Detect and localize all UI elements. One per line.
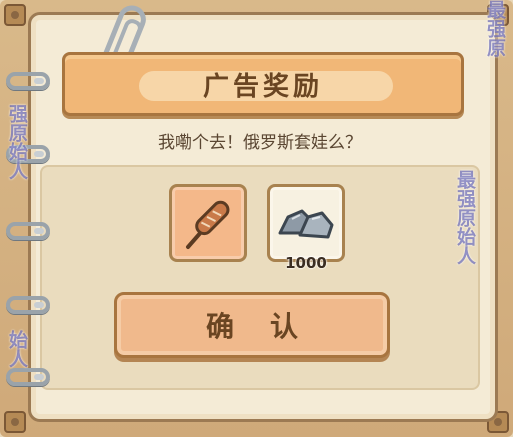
- frame-corner-bolt: [4, 4, 26, 26]
- dialog-title: 广告奖励: [202, 71, 323, 102]
- binder-ring-icon: [6, 222, 50, 240]
- reward-slot-stone[interactable]: [267, 184, 345, 262]
- confirm-button[interactable]: 确认: [114, 292, 390, 358]
- stone-ore-icon: [278, 209, 334, 239]
- reward-slot-sausage[interactable]: [169, 184, 247, 262]
- confirm-label: 确认: [205, 310, 334, 343]
- watermark: 始人: [6, 330, 28, 368]
- reward-message: 我嘞个去！俄罗斯套娃么？: [158, 133, 362, 153]
- binder-ring-icon: [6, 296, 50, 314]
- frame-corner-bolt: [4, 411, 26, 433]
- title-banner: 广告奖励: [62, 52, 464, 116]
- watermark: 最强原: [484, 0, 506, 57]
- watermark: 强原始人: [6, 104, 28, 180]
- binder-ring-icon: [6, 72, 50, 90]
- stone-count: 1000: [285, 254, 327, 272]
- watermark: 最强原始人: [454, 170, 476, 265]
- sausage-skewer-icon: [186, 200, 230, 249]
- binder-ring-icon: [6, 368, 50, 386]
